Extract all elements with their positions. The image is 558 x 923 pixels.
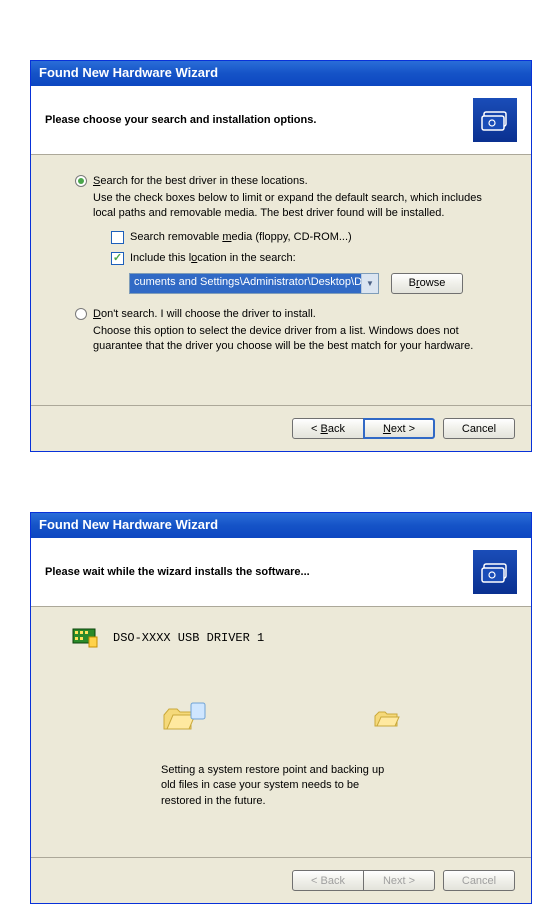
radio-search-best-driver[interactable] — [75, 175, 87, 187]
install-status-text: Setting a system restore point and backi… — [161, 763, 401, 809]
checkbox-include-location[interactable] — [111, 252, 124, 265]
dialog-header: Please choose your search and installati… — [31, 86, 531, 155]
browse-button[interactable]: Browse — [391, 273, 463, 294]
checkbox-removable-label: Search removable media (floppy, CD-ROM..… — [130, 231, 352, 243]
titlebar: Found New Hardware Wizard — [31, 513, 531, 538]
next-button[interactable]: Next > — [363, 418, 435, 439]
option-dont-search-block: Don't search. I will choose the driver t… — [75, 308, 503, 354]
folder-destination-icon — [373, 708, 401, 730]
chevron-down-icon[interactable]: ▼ — [361, 274, 378, 293]
radio-dont-search-label: Don't search. I will choose the driver t… — [93, 308, 316, 320]
header-text: Please choose your search and installati… — [45, 114, 316, 126]
location-path-combo[interactable]: cuments and Settings\Administrator\Deskt… — [129, 273, 379, 294]
radio-dont-search[interactable] — [75, 308, 87, 320]
copy-animation — [71, 699, 491, 739]
dialog-content: Search for the best driver in these loca… — [31, 155, 531, 405]
folder-open-source-icon — [161, 701, 211, 737]
dialog-header: Please wait while the wizard installs th… — [31, 538, 531, 607]
window-title: Found New Hardware Wizard — [39, 65, 218, 80]
back-button[interactable]: < Back — [292, 418, 364, 439]
hardware-wizard-dialog-2: Found New Hardware Wizard Please wait wh… — [30, 512, 532, 904]
dialog-footer: < Back Next > Cancel — [31, 857, 531, 903]
device-wizard-icon — [473, 550, 517, 594]
chip-icon — [71, 627, 101, 649]
back-button: < Back — [292, 870, 364, 891]
search-description: Use the check boxes below to limit or ex… — [93, 191, 503, 221]
location-path-value: cuments and Settings\Administrator\Deskt… — [130, 274, 361, 293]
titlebar: Found New Hardware Wizard — [31, 61, 531, 86]
hardware-wizard-dialog-1: Found New Hardware Wizard Please choose … — [30, 60, 532, 452]
header-text: Please wait while the wizard installs th… — [45, 566, 310, 578]
radio-search-label: Search for the best driver in these loca… — [93, 175, 308, 187]
cancel-button: Cancel — [443, 870, 515, 891]
device-name: DSO-XXXX USB DRIVER 1 — [113, 631, 264, 645]
device-row: DSO-XXXX USB DRIVER 1 — [71, 627, 491, 649]
checkbox-include-label: Include this location in the search: — [130, 252, 296, 264]
dont-search-description: Choose this option to select the device … — [93, 324, 503, 354]
cancel-button[interactable]: Cancel — [443, 418, 515, 439]
dialog-content: DSO-XXXX USB DRIVER 1 Setting a system r… — [31, 607, 531, 857]
window-title: Found New Hardware Wizard — [39, 517, 218, 532]
device-wizard-icon — [473, 98, 517, 142]
option-search-block: Search for the best driver in these loca… — [75, 175, 503, 294]
checkbox-removable-media[interactable] — [111, 231, 124, 244]
next-button: Next > — [363, 870, 435, 891]
dialog-footer: < Back Next > Cancel — [31, 405, 531, 451]
